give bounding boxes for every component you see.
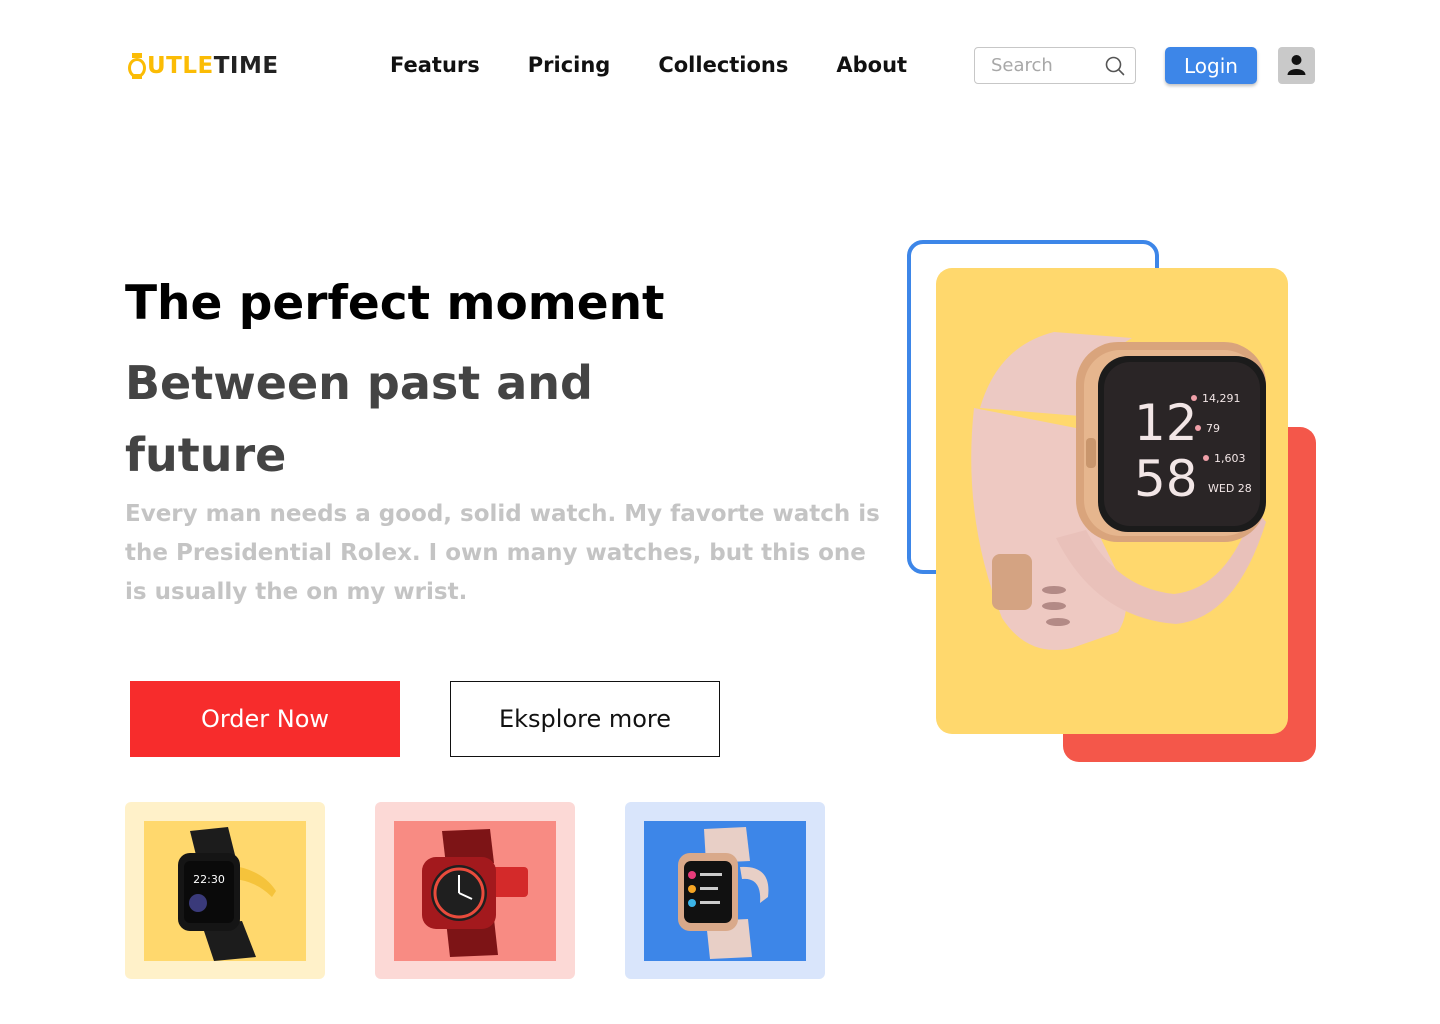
watch-heart-rate: 79 [1206, 422, 1220, 435]
nav-item-pricing[interactable]: Pricing [528, 50, 611, 80]
black-smartwatch-image: 22:30 [178, 827, 276, 961]
search-icon[interactable] [1105, 56, 1125, 76]
user-avatar-button[interactable] [1278, 47, 1315, 84]
watch-logo-icon [128, 53, 146, 79]
nav-item-features[interactable]: Featurs [390, 50, 480, 80]
watch-calories: 1,603 [1214, 452, 1246, 465]
login-button[interactable]: Login [1165, 47, 1257, 84]
nav-item-collections[interactable]: Collections [658, 50, 788, 80]
product-thumbnail-black-watch[interactable]: 22:30 [125, 802, 325, 979]
product-thumbnail-pink-watch[interactable] [625, 802, 825, 979]
explore-more-button[interactable]: Eksplore more [450, 681, 720, 757]
brand-logo[interactable]: UTLETIME [128, 46, 279, 86]
hero-subtitle: Between past and future [125, 356, 593, 482]
nav-item-about[interactable]: About [836, 50, 907, 80]
pink-smartwatch-image [678, 827, 769, 959]
featured-smartwatch-image: 12 58 14,291 79 1,603 WED 28 [971, 332, 1266, 650]
featured-watch-card: 12 58 14,291 79 1,603 WED 28 [936, 268, 1288, 734]
logo-text-outle: UTLE [147, 53, 214, 79]
red-mesh-watch-image [422, 829, 528, 957]
watch-hour: 12 [1134, 394, 1198, 452]
thumb-screen-time: 22:30 [193, 873, 225, 886]
order-now-button[interactable]: Order Now [130, 681, 400, 757]
watch-minute: 58 [1134, 450, 1198, 508]
search-input[interactable] [989, 54, 1111, 77]
watch-steps: 14,291 [1202, 392, 1241, 405]
hero-title: The perfect moment [125, 276, 665, 331]
watch-date: WED 28 [1208, 482, 1252, 495]
product-thumbnail-red-watch[interactable] [375, 802, 575, 979]
logo-text-time: TIME [213, 53, 279, 79]
search-box [974, 47, 1136, 84]
user-icon [1287, 55, 1306, 75]
main-nav: Featurs Pricing Collections About [390, 50, 907, 80]
hero-description: Every man needs a good, solid watch. My … [125, 501, 880, 605]
